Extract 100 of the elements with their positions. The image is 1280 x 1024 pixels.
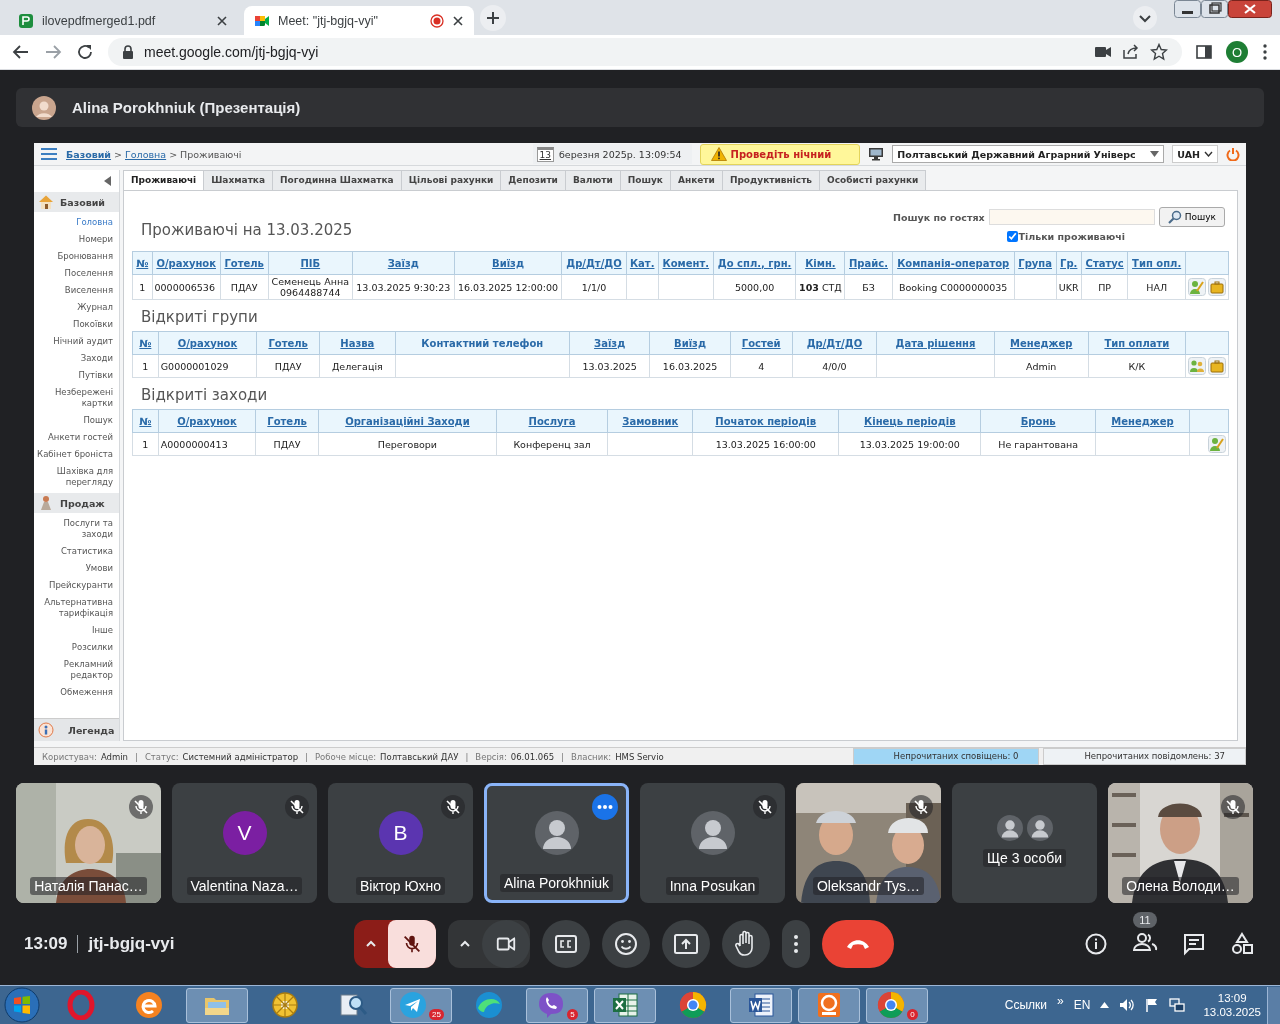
more-options-icon[interactable] [782, 920, 810, 968]
sidebar-section[interactable]: Легенда [34, 718, 119, 741]
column-header[interactable]: № [132, 331, 159, 355]
column-header[interactable]: Організаційні Заходи [318, 409, 497, 433]
side-panel-icon[interactable] [1196, 44, 1212, 60]
clock[interactable]: 13:09 13.03.2025 [1203, 991, 1261, 1019]
column-header[interactable]: Менеджер [1095, 409, 1190, 433]
collapse-arrow-icon[interactable] [104, 176, 111, 186]
activities-icon[interactable] [1230, 932, 1254, 956]
search-button[interactable]: Пошук [1158, 207, 1225, 227]
camera-icon[interactable] [1094, 45, 1112, 59]
sidebar-item[interactable]: Номери [34, 231, 119, 248]
tab[interactable]: Пошук [619, 170, 671, 190]
sidebar-item[interactable]: Головна [34, 214, 119, 231]
tab[interactable]: Шахматка [203, 170, 274, 190]
speaker-icon[interactable] [1119, 998, 1136, 1012]
participant-tile[interactable]: Alina Porokhniuk [484, 783, 629, 903]
column-header[interactable]: Назва [319, 331, 396, 355]
column-header[interactable]: Послуга [496, 409, 608, 433]
caret-icon[interactable] [1100, 1002, 1110, 1008]
night-audit-alert[interactable]: Проведіть нічний [699, 143, 861, 165]
tab[interactable]: Цільові рахунки [400, 170, 502, 190]
column-header[interactable]: Бронь [980, 409, 1096, 433]
sidebar-item[interactable]: Нічний аудит [34, 333, 119, 350]
sidebar-item[interactable]: Виселення [34, 282, 119, 299]
sidebar-item[interactable]: Пошук [34, 412, 119, 429]
taskbar-button[interactable]: 25 [390, 987, 452, 1023]
participant-tile[interactable]: В Віктор Юхно [328, 783, 473, 903]
close-icon[interactable] [1228, 0, 1272, 18]
column-header[interactable]: О/рахунок [158, 409, 256, 433]
reload-icon[interactable] [76, 43, 94, 61]
sidebar-item[interactable]: Умови [34, 560, 119, 577]
breadcrumb-link[interactable]: Головна [125, 148, 167, 160]
star-icon[interactable] [1150, 43, 1168, 61]
minimize-icon[interactable] [1174, 0, 1201, 18]
sidebar-item[interactable]: Кабінет броніста [34, 446, 119, 463]
column-header[interactable]: Заїзд [569, 331, 650, 355]
taskbar-button[interactable] [730, 987, 792, 1023]
profile-avatar[interactable]: O [1226, 41, 1248, 63]
sidebar-item[interactable]: Покоївки [34, 316, 119, 333]
column-header[interactable]: Замовник [607, 409, 693, 433]
network-icon[interactable] [1169, 998, 1186, 1012]
info-icon[interactable] [1084, 932, 1108, 956]
column-header[interactable]: Тип оплати [1088, 331, 1186, 355]
column-header[interactable]: Готель [220, 251, 268, 275]
column-header[interactable]: Дата рішення [876, 331, 995, 355]
currency-select[interactable]: UAH [1172, 145, 1218, 163]
close-icon[interactable] [452, 14, 464, 27]
emoji-icon[interactable] [602, 920, 650, 968]
menu-icon[interactable] [1262, 43, 1268, 61]
column-header[interactable]: Кінець періодів [838, 409, 981, 433]
taskbar-button[interactable] [798, 987, 860, 1023]
present-screen-icon[interactable] [662, 920, 710, 968]
maximize-icon[interactable] [1201, 0, 1228, 18]
column-header[interactable]: Статус [1081, 251, 1128, 275]
mic-off-icon[interactable] [388, 920, 436, 968]
column-header[interactable]: Комент. [658, 251, 714, 275]
column-header[interactable]: Готель [255, 409, 319, 433]
sidebar-item[interactable]: Путівки [34, 367, 119, 384]
column-header[interactable]: Менеджер [994, 331, 1089, 355]
participant-tile[interactable]: Ще 3 особи [952, 783, 1097, 903]
sidebar-item[interactable]: Статистика [34, 543, 119, 560]
notification-counter[interactable]: Непрочитаних сповіщень: 0 [852, 748, 1040, 765]
sidebar-item[interactable]: Шахівка для перегляду [34, 463, 119, 491]
raise-hand-icon[interactable] [722, 920, 770, 968]
column-header[interactable]: О/рахунок [152, 251, 221, 275]
forward-icon[interactable] [44, 43, 62, 61]
participant-tile[interactable]: Наталія Панас… [16, 783, 161, 903]
column-header[interactable]: Виїзд [649, 331, 731, 355]
more-options-icon[interactable] [592, 794, 618, 820]
tab[interactable]: Продуктивність [721, 170, 821, 190]
column-header[interactable]: ПІБ [268, 251, 353, 275]
column-header[interactable]: Група [1014, 251, 1057, 275]
column-header[interactable]: Тип опл. [1127, 251, 1186, 275]
column-header[interactable]: Др/Дт/ДО [561, 251, 627, 275]
toolbar-label[interactable]: Ссылки [1004, 998, 1048, 1012]
sidebar-item[interactable]: Рекламний редактор [34, 656, 119, 684]
sidebar-item[interactable]: Послуги та заходи [34, 515, 119, 543]
column-header[interactable]: О/рахунок [158, 331, 257, 355]
tab[interactable]: Анкети [669, 170, 723, 190]
breadcrumb-link[interactable]: Базовий [66, 148, 112, 160]
new-tab-icon[interactable] [480, 4, 506, 31]
language-indicator[interactable]: EN [1073, 998, 1091, 1012]
briefcase-icon[interactable] [1208, 278, 1226, 296]
sidebar-item[interactable]: Журнал [34, 299, 119, 316]
show-desktop-button[interactable] [1267, 986, 1280, 1024]
taskbar-button[interactable] [186, 987, 248, 1023]
briefcase-icon[interactable] [1208, 357, 1226, 375]
column-header[interactable]: Готель [256, 331, 320, 355]
tab[interactable]: Валюти [564, 170, 621, 190]
column-header[interactable]: Гостей [730, 331, 793, 355]
microphone-control[interactable] [354, 920, 436, 968]
sidebar-item[interactable]: Обмеження [34, 684, 119, 701]
tab[interactable]: Депозити [500, 170, 566, 190]
column-header[interactable]: Кат. [626, 251, 659, 275]
tab[interactable]: Особисті рахунки [819, 170, 927, 190]
column-header[interactable]: № [132, 251, 152, 275]
browser-tab[interactable]: ilovepdfmerged1.pdf [8, 6, 238, 35]
sidebar-item[interactable]: Анкети гостей [34, 429, 119, 446]
captions-icon[interactable] [542, 920, 590, 968]
